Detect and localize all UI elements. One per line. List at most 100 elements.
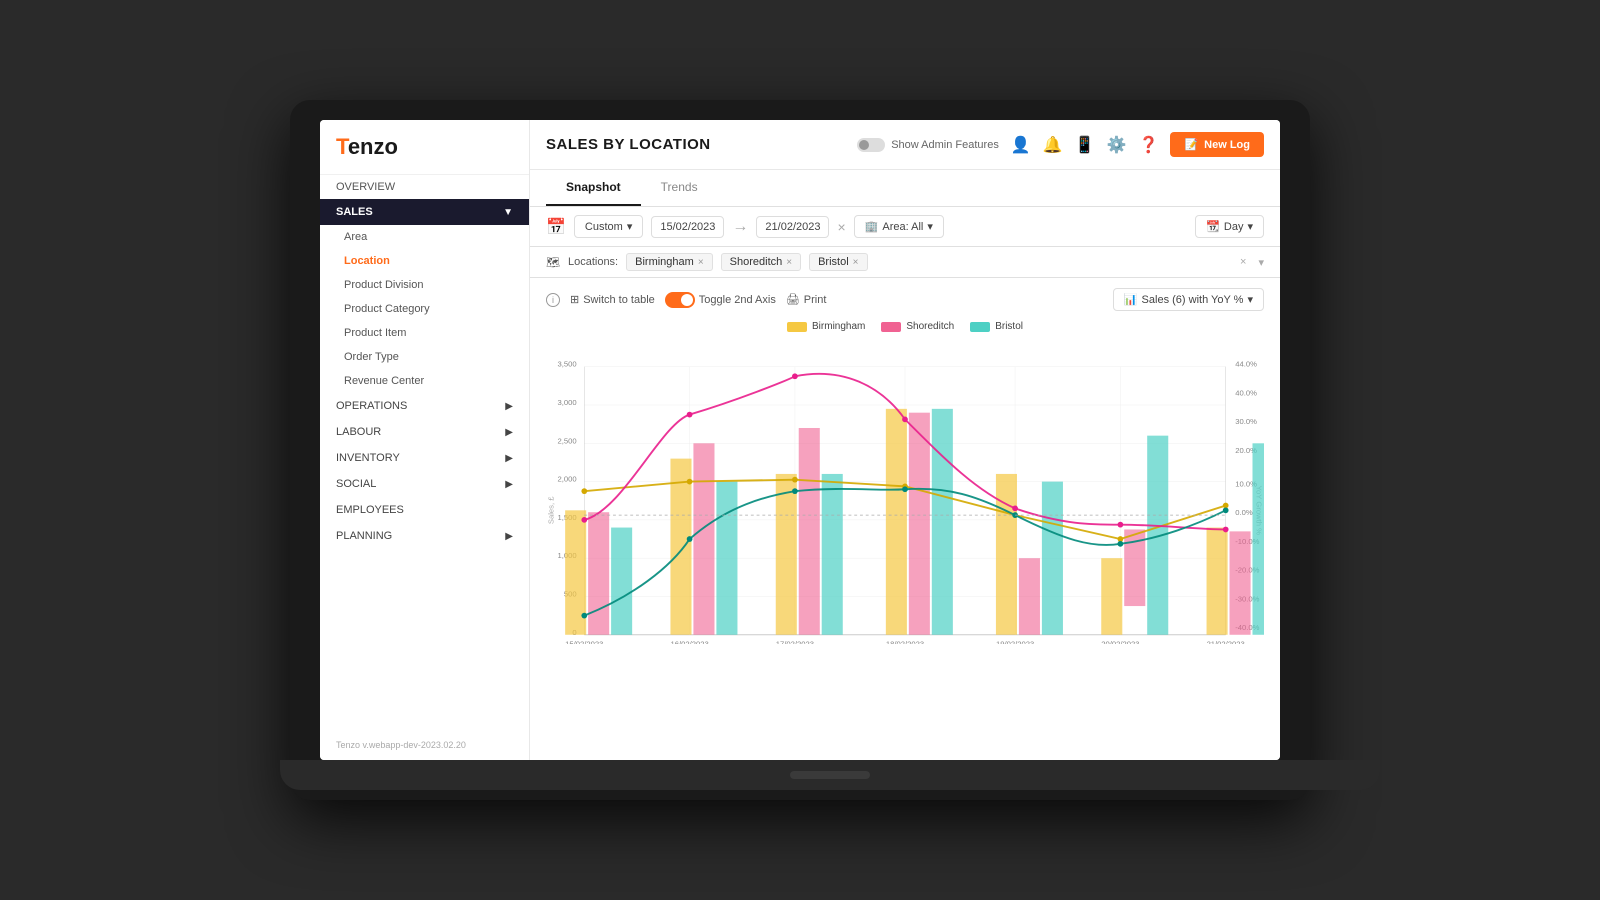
location-tag-birmingham[interactable]: Birmingham × <box>626 253 713 271</box>
dot-shoreditch-2 <box>687 412 693 418</box>
sidebar-item-employees[interactable]: EMPLOYEES <box>320 497 529 523</box>
remove-bristol-icon[interactable]: × <box>853 257 859 268</box>
legend-birmingham: Birmingham <box>787 321 865 332</box>
chevron-right-icon: ▶ <box>505 531 513 542</box>
arrow-icon: → <box>732 218 748 236</box>
admin-toggle-switch[interactable] <box>857 138 885 152</box>
svg-text:20/02/2023: 20/02/2023 <box>1101 639 1139 644</box>
chevron-right-icon: ▶ <box>505 453 513 464</box>
sidebar-item-order-type[interactable]: Order Type <box>320 345 529 369</box>
area-filter[interactable]: 🏢 Area: All ▾ <box>854 215 944 238</box>
legend-bristol: Bristol <box>970 321 1023 332</box>
filters-bar: 📅 Custom ▾ 15/02/2023 → 21/02/2023 × 🏢 A… <box>530 207 1280 247</box>
date-from-input[interactable]: 15/02/2023 <box>651 216 724 238</box>
user-icon[interactable]: 👤 <box>1011 135 1031 155</box>
chart-controls-right: 📊 Sales (6) with YoY % ▾ <box>1113 288 1264 311</box>
tablet-icon[interactable]: 📱 <box>1075 135 1095 155</box>
svg-text:21/02/2023: 21/02/2023 <box>1207 639 1245 644</box>
info-icon[interactable]: i <box>546 293 560 307</box>
location-filter-bar: 🗺 Locations: Birmingham × Shoreditch × B… <box>530 247 1280 278</box>
chevron-right-icon: ▶ <box>505 479 513 490</box>
date-type-dropdown[interactable]: Custom ▾ <box>574 215 643 238</box>
bar-shoreditch-d3 <box>799 428 820 635</box>
clear-dates-icon[interactable]: × <box>837 219 845 235</box>
sales-metric-dropdown[interactable]: 📊 Sales (6) with YoY % ▾ <box>1113 288 1264 311</box>
help-icon[interactable]: ❓ <box>1139 135 1159 155</box>
print-button[interactable]: 🖨 Print <box>786 293 827 306</box>
chart-visualization: 0 500 1,000 1,500 2,000 2,500 3,000 3,50… <box>546 338 1264 750</box>
toggle-2nd-switch[interactable] <box>665 292 695 308</box>
bar-birmingham-d7 <box>1207 528 1228 635</box>
show-admin-toggle[interactable]: Show Admin Features <box>857 138 999 152</box>
svg-text:3,000: 3,000 <box>558 398 577 407</box>
switch-to-table-button[interactable]: ⊞ Switch to table <box>570 293 655 306</box>
sidebar-overview[interactable]: OVERVIEW <box>320 175 529 199</box>
legend-color-bristol <box>970 322 990 332</box>
sidebar-item-revenue-center[interactable]: Revenue Center <box>320 369 529 393</box>
svg-text:16/02/2023: 16/02/2023 <box>670 639 708 644</box>
svg-text:19/02/2023: 19/02/2023 <box>996 639 1034 644</box>
sidebar-item-location[interactable]: Location <box>320 249 529 273</box>
bell-icon[interactable]: 🔔 <box>1043 135 1063 155</box>
tab-snapshot[interactable]: Snapshot <box>546 170 641 206</box>
bar-bristol-d2 <box>716 482 737 635</box>
bar-birmingham-d2 <box>670 459 691 635</box>
sidebar-item-social[interactable]: SOCIAL ▶ <box>320 471 529 497</box>
topbar: SALES BY LOCATION Show Admin Features 👤 … <box>530 120 1280 170</box>
dot-shoreditch-6 <box>1118 522 1124 528</box>
sidebar-item-sales[interactable]: SALES ▼ <box>320 199 529 225</box>
tab-trends[interactable]: Trends <box>641 170 718 206</box>
bar-shoreditch-d4 <box>909 413 930 635</box>
sidebar-item-product-category[interactable]: Product Category <box>320 297 529 321</box>
collapse-locations-icon[interactable]: ▾ <box>1258 256 1264 269</box>
bar-birmingham-d4 <box>886 409 907 635</box>
new-log-button[interactable]: 📝 New Log <box>1170 132 1264 157</box>
date-to-input[interactable]: 21/02/2023 <box>756 216 829 238</box>
sidebar-item-product-item[interactable]: Product Item <box>320 321 529 345</box>
svg-text:0.0%: 0.0% <box>1235 508 1253 517</box>
locations-label: Locations: <box>568 256 618 268</box>
toggle-2nd-axis-button[interactable]: Toggle 2nd Axis <box>665 292 776 308</box>
print-icon: 🖨 <box>786 293 800 306</box>
new-log-icon: 📝 <box>1184 138 1198 151</box>
sidebar-item-inventory[interactable]: INVENTORY ▶ <box>320 445 529 471</box>
logo: Tenzo <box>320 120 529 175</box>
calendar-icon: 📅 <box>546 217 566 237</box>
laptop-notch <box>790 771 870 779</box>
sidebar: Tenzo OVERVIEW SALES ▼ Area Location Pro… <box>320 120 530 760</box>
svg-text:3,500: 3,500 <box>558 360 577 369</box>
dot-birmingham-3 <box>792 477 798 483</box>
dot-shoreditch-1 <box>581 517 587 523</box>
chevron-right-icon: ▶ <box>505 427 513 438</box>
sidebar-item-product-division[interactable]: Product Division <box>320 273 529 297</box>
sidebar-item-labour[interactable]: LABOUR ▶ <box>320 419 529 445</box>
svg-text:40.0%: 40.0% <box>1235 388 1257 397</box>
bar-bristol-d7 <box>1252 443 1263 634</box>
dot-bristol-6 <box>1118 541 1124 547</box>
version-label: Tenzo v.webapp-dev-2023.02.20 <box>320 730 529 760</box>
chart-area: i ⊞ Switch to table Toggle 2nd Axis 🖨 Pr… <box>530 278 1280 760</box>
legend-color-shoreditch <box>881 322 901 332</box>
remove-birmingham-icon[interactable]: × <box>698 257 704 268</box>
remove-shoreditch-icon[interactable]: × <box>786 257 792 268</box>
svg-text:44.0%: 44.0% <box>1235 360 1257 369</box>
dot-shoreditch-5 <box>1012 506 1018 512</box>
bar-shoreditch-d5 <box>1019 558 1040 635</box>
sidebar-item-operations[interactable]: OPERATIONS ▶ <box>320 393 529 419</box>
granularity-filter[interactable]: 📆 Day ▾ <box>1195 215 1264 238</box>
sidebar-item-area[interactable]: Area <box>320 225 529 249</box>
dot-birmingham-2 <box>687 479 693 485</box>
svg-text:2,000: 2,000 <box>558 475 577 484</box>
location-tag-bristol[interactable]: Bristol × <box>809 253 867 271</box>
svg-text:17/02/2023: 17/02/2023 <box>776 639 814 644</box>
bar-bristol-d3 <box>822 474 843 635</box>
sidebar-item-planning[interactable]: PLANNING ▶ <box>320 523 529 549</box>
svg-text:18/02/2023: 18/02/2023 <box>886 639 924 644</box>
clear-all-locations-icon[interactable]: × <box>1240 256 1246 268</box>
chevron-down-icon: ▾ <box>1247 293 1253 306</box>
dot-bristol-7 <box>1223 507 1229 513</box>
gear-icon[interactable]: ⚙️ <box>1107 135 1127 155</box>
tabs-bar: Snapshot Trends <box>530 170 1280 207</box>
logo-text: Tenzo <box>336 134 398 159</box>
location-tag-shoreditch[interactable]: Shoreditch × <box>721 253 801 271</box>
